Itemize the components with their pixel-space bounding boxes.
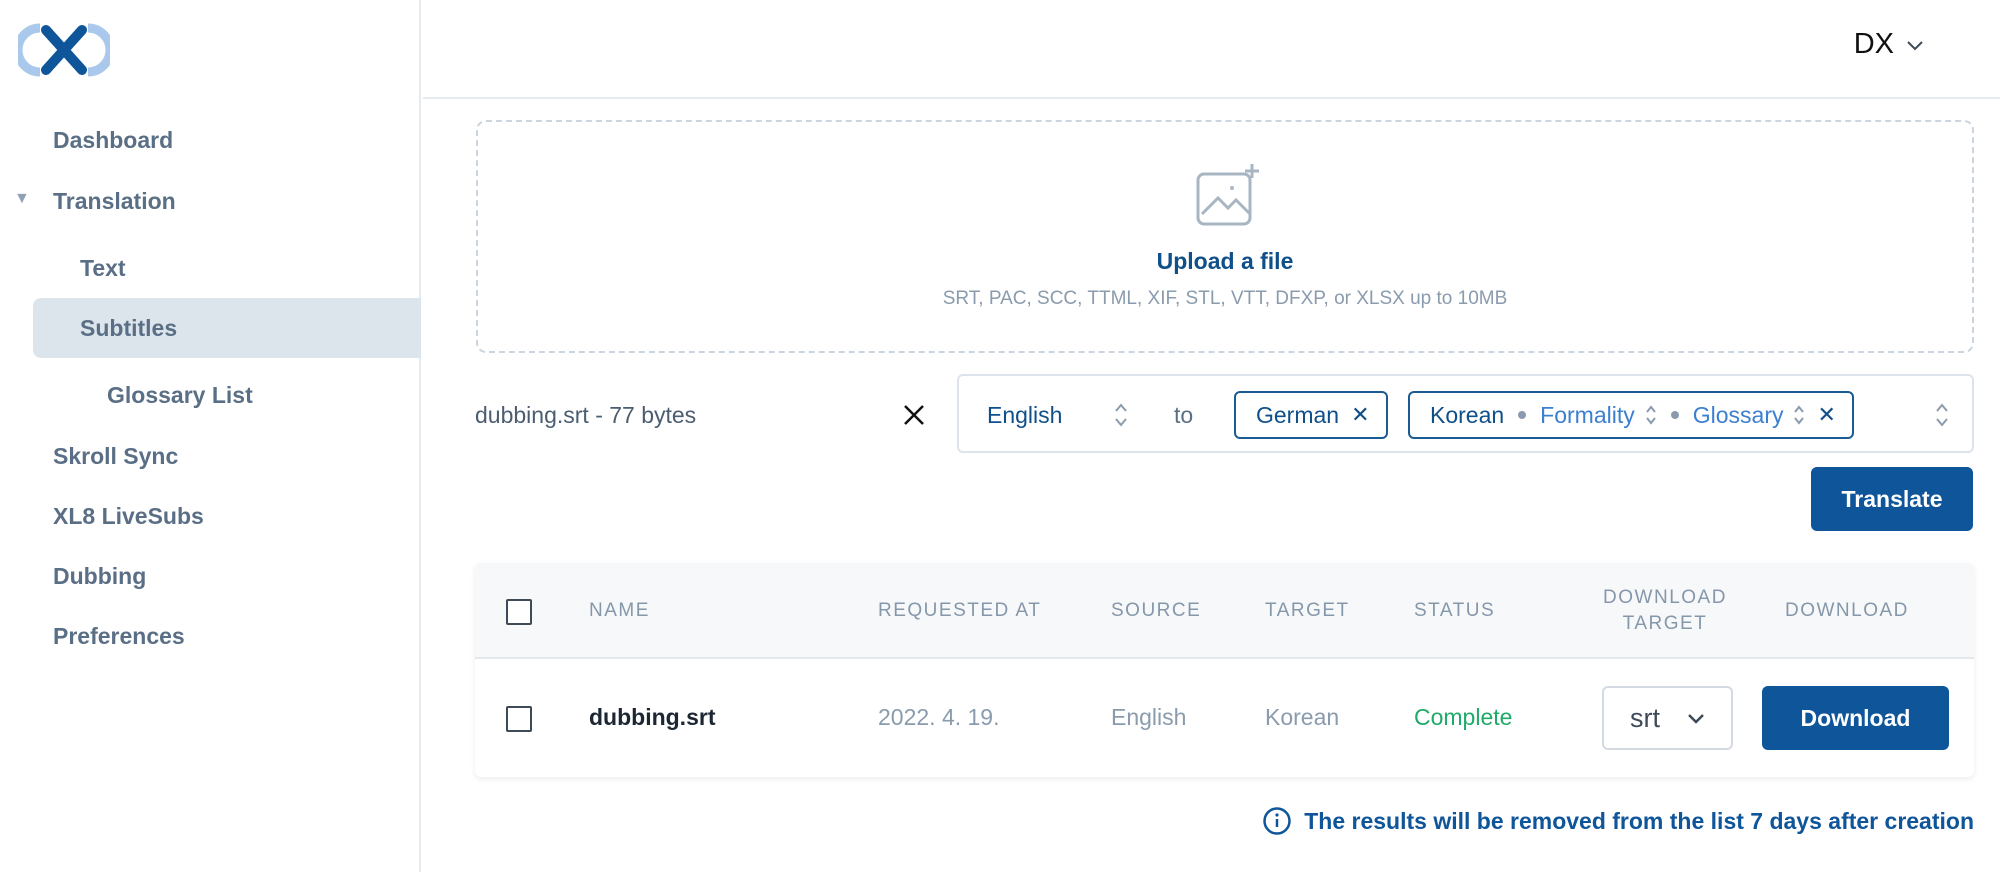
glossary-select[interactable]: Glossary [1693,402,1784,429]
results-table: NAME REQUESTED AT SOURCE TARGET STATUS D… [475,563,1974,777]
column-header-name[interactable]: NAME [589,598,650,624]
glossary-stepper-icon[interactable] [1793,403,1805,427]
formality-stepper-icon[interactable] [1645,403,1657,427]
user-initials: DX [1853,28,1894,60]
column-header-download-target-line1: DOWNLOAD [1603,587,1727,608]
sidebar-item-preferences[interactable]: Preferences [53,623,185,650]
sidebar-item-subtitles[interactable]: Subtitles [80,315,177,342]
source-language-stepper-icon[interactable] [1113,400,1129,430]
download-format-select[interactable]: srt [1602,686,1733,750]
column-header-download-target-line2: TARGET [1622,613,1708,634]
retention-notice: The results will be removed from the lis… [1262,806,1974,836]
info-icon [1263,807,1291,835]
sidebar-item-translation[interactable]: Translation [53,188,176,215]
row-source: English [1111,704,1187,730]
sidebar-item-text[interactable]: Text [80,255,126,282]
user-menu[interactable]: DX [1854,28,1926,61]
download-format-value: srt [1630,702,1660,733]
column-header-requested-at[interactable]: REQUESTED AT [878,598,1041,624]
column-header-download[interactable]: DOWNLOAD [1785,598,1909,624]
expand-triangle-icon[interactable]: ▼ [14,190,30,208]
column-header-status[interactable]: STATUS [1414,598,1495,624]
language-selector: English to German ✕ Korean Formality Glo… [957,374,1974,453]
remove-chip-icon[interactable]: ✕ [1817,402,1835,428]
column-header-target[interactable]: TARGET [1265,598,1350,624]
sidebar: ▼ Dashboard Translation Text Subtitles G… [0,0,421,872]
table-header: NAME REQUESTED AT SOURCE TARGET STATUS D… [475,563,1974,659]
download-button[interactable]: Download [1762,686,1949,750]
row-target: Korean [1265,704,1340,730]
select-all-checkbox[interactable] [506,599,532,625]
separator-dot [1518,411,1527,419]
column-header-source[interactable]: SOURCE [1111,598,1201,624]
upload-dropzone[interactable]: Upload a file SRT, PAC, SCC, TTML, XIF, … [476,120,1974,353]
top-header: DX [423,0,2000,99]
sidebar-item-skroll-sync[interactable]: Skroll Sync [53,443,178,470]
target-language-stepper-icon[interactable] [1934,400,1950,430]
chevron-down-icon [1688,714,1704,724]
sidebar-item-dashboard[interactable]: Dashboard [53,127,173,154]
status-badge: Complete [1414,704,1513,730]
separator-dot [1670,411,1679,419]
close-icon[interactable] [898,399,930,431]
upload-file-link[interactable]: Upload a file [478,248,1972,275]
remove-chip-icon[interactable]: ✕ [1351,402,1369,428]
selected-file-name: dubbing.srt - 77 bytes [475,402,697,428]
target-chip-korean[interactable]: Korean Formality Glossary ✕ [1408,391,1854,439]
row-checkbox[interactable] [506,706,532,732]
target-chip-german[interactable]: German ✕ [1234,391,1388,439]
to-label: to [1174,402,1194,428]
sidebar-item-dubbing[interactable]: Dubbing [53,563,146,590]
formality-select[interactable]: Formality [1540,402,1635,429]
target-chip-label: German [1256,401,1340,428]
target-chip-label: Korean [1430,401,1505,428]
xl8-logo[interactable] [18,20,110,80]
source-language-select[interactable]: English [987,402,1062,429]
upload-hint: SRT, PAC, SCC, TTML, XIF, STL, VTT, DFXP… [942,288,1508,309]
row-requested-at: 2022. 4. 19. [878,704,1000,730]
retention-notice-text: The results will be removed from the lis… [1304,807,1974,834]
sidebar-item-xl8-livesubs[interactable]: XL8 LiveSubs [53,503,204,530]
chevron-down-icon [1907,40,1923,50]
translate-button[interactable]: Translate [1811,467,1973,531]
sidebar-item-glossary-list[interactable]: Glossary List [107,382,253,409]
image-add-icon [1196,164,1259,226]
column-header-download-target[interactable]: DOWNLOAD TARGET [1595,585,1735,637]
row-file-name: dubbing.srt [589,704,716,730]
